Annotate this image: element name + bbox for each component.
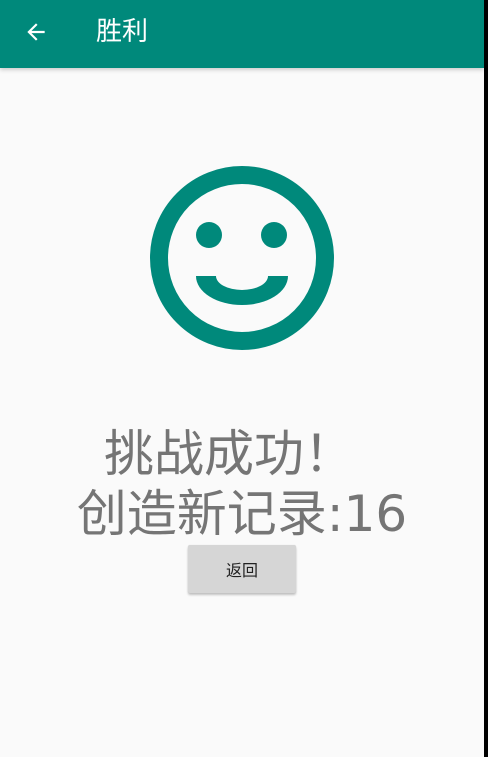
result-message: 挑战成功！ 创造新记录:16 <box>0 424 484 544</box>
back-button[interactable] <box>14 10 58 54</box>
victory-screen: 胜利 挑战成功！ 创造新记录:16 返回 <box>0 0 484 757</box>
new-record-message: 创造新记录:16 <box>76 485 408 543</box>
page-title: 胜利 <box>96 17 149 47</box>
app-bar: 胜利 <box>0 0 484 68</box>
arrow-back-icon <box>27 23 45 41</box>
success-message: 挑战成功！ <box>104 425 354 483</box>
smiley-face-icon <box>150 166 334 350</box>
return-button[interactable]: 返回 <box>188 545 296 593</box>
